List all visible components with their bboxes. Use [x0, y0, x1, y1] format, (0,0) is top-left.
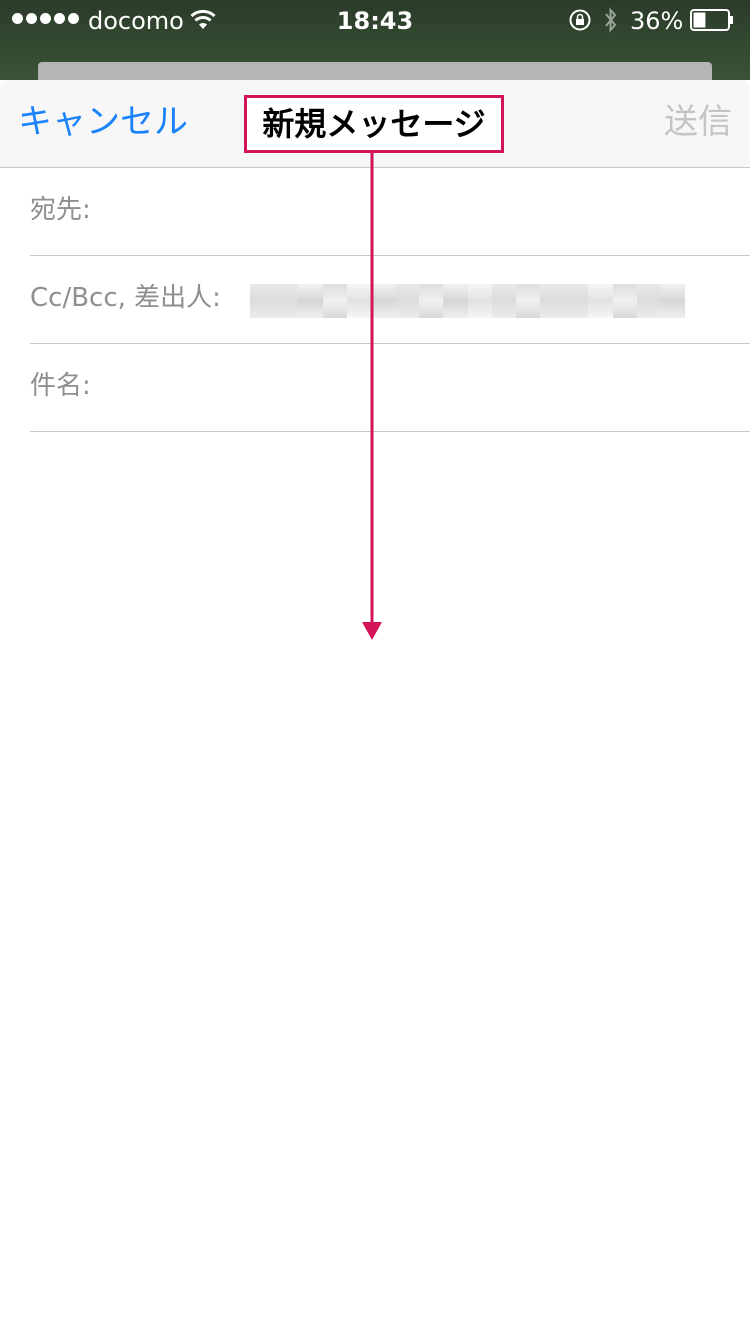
battery-icon [690, 9, 733, 31]
subject-label: 件名: [30, 371, 91, 401]
rotation-lock-icon [569, 9, 591, 31]
subject-field-row[interactable]: 件名: [30, 344, 750, 432]
to-field-row[interactable]: 宛先: [30, 168, 750, 256]
background-card [38, 62, 712, 82]
subject-input[interactable] [102, 358, 736, 418]
bluetooth-icon [605, 7, 617, 33]
to-label: 宛先: [30, 195, 91, 225]
sender-address-redacted [250, 284, 686, 318]
annotation-arrow-icon [362, 152, 382, 640]
to-input[interactable] [102, 182, 736, 242]
battery-percentage: 36% [630, 7, 684, 35]
page-title: 新規メッセージ [244, 95, 504, 153]
cc-bcc-from-row[interactable]: Cc/Bcc, 差出人: [30, 256, 750, 344]
send-button[interactable]: 送信 [664, 100, 732, 144]
cancel-button[interactable]: キャンセル [18, 100, 188, 144]
cc-bcc-from-label: Cc/Bcc, 差出人: [30, 283, 221, 313]
